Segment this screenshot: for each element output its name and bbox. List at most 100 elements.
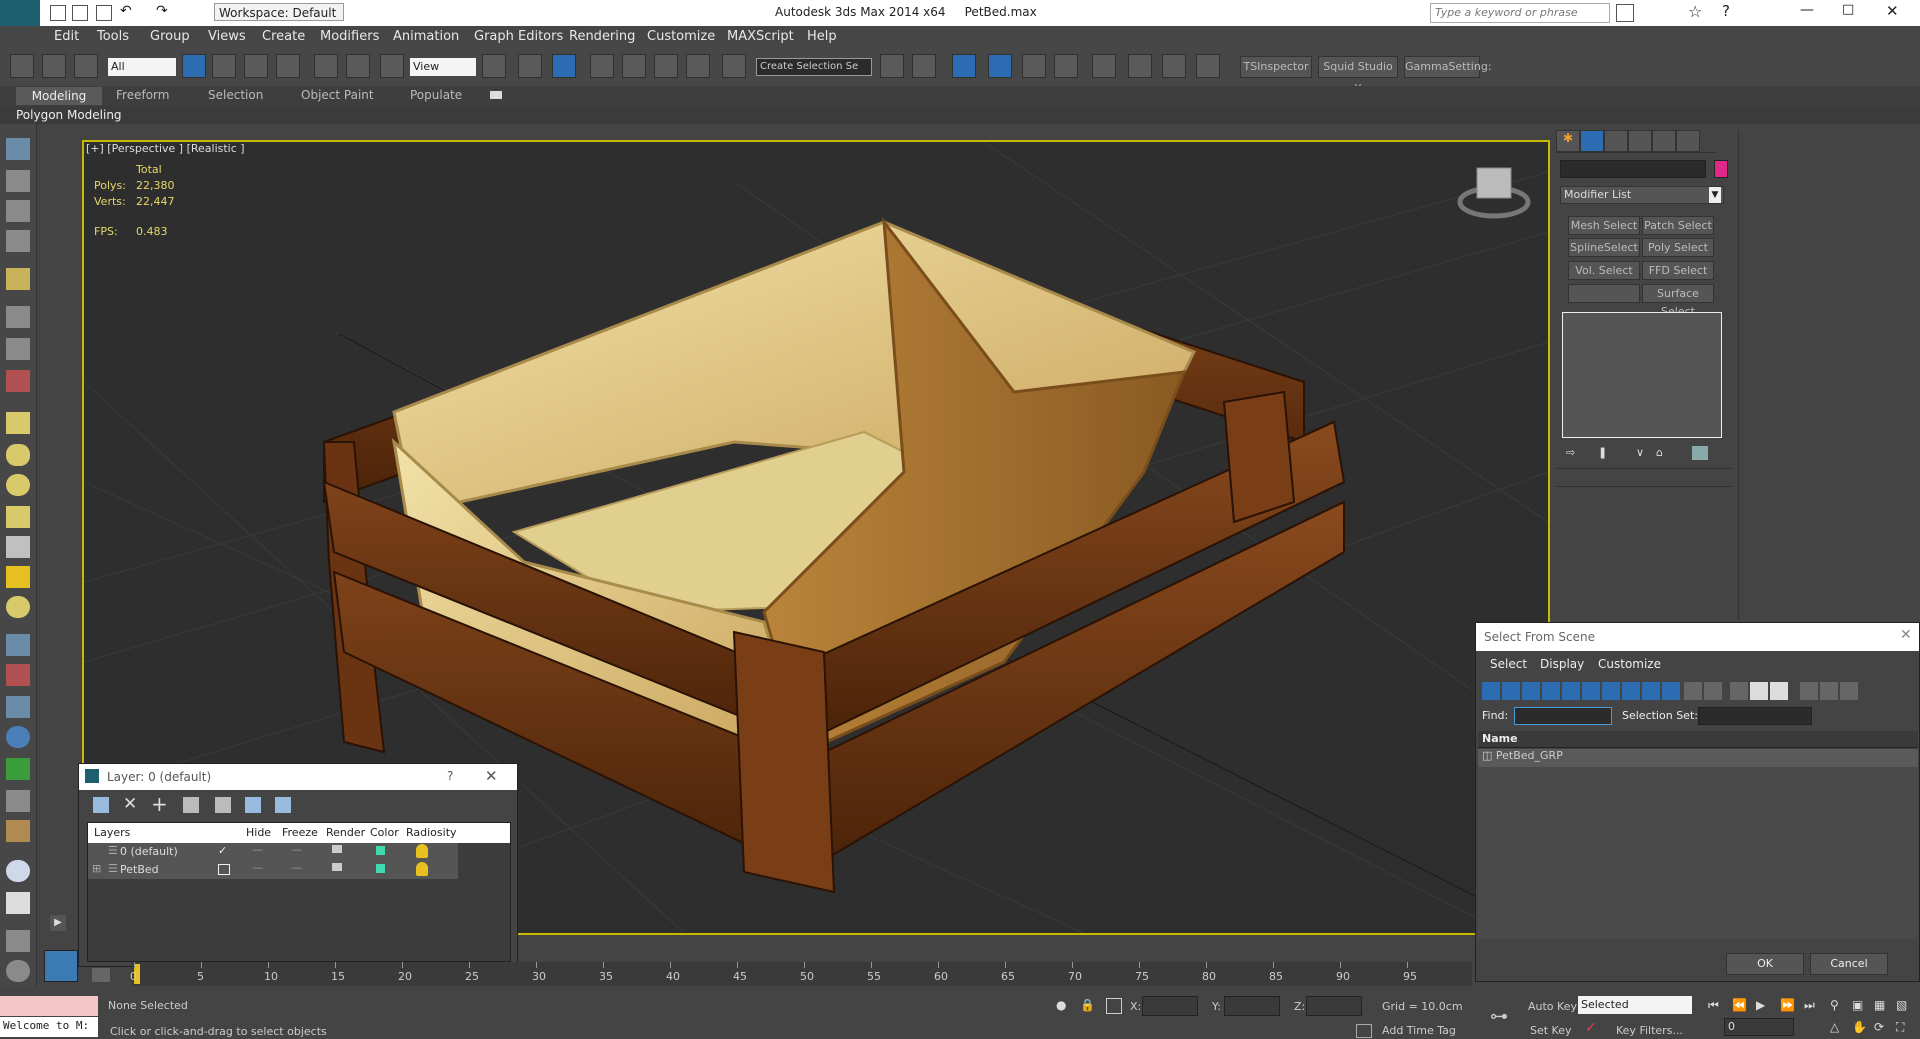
- light-icon[interactable]: [6, 268, 30, 290]
- bones-filter-icon[interactable]: [1642, 682, 1660, 700]
- zoom-extents-all-icon[interactable]: ▧: [1896, 998, 1907, 1012]
- col-color[interactable]: Color: [370, 826, 399, 839]
- particle-icon[interactable]: [6, 634, 30, 656]
- link-icon[interactable]: [10, 54, 34, 78]
- selection-filter-dropdown[interactable]: All: [108, 58, 176, 76]
- col-render[interactable]: Render: [326, 826, 365, 839]
- grid-icon[interactable]: [6, 230, 30, 252]
- display-children-icon[interactable]: [1730, 682, 1748, 700]
- menu-animation[interactable]: Animation: [393, 29, 459, 44]
- col-layers[interactable]: Layers: [94, 826, 130, 839]
- freeze-toggle[interactable]: —: [291, 843, 302, 856]
- table-row[interactable]: ☰ 0 (default) ✓ — —: [88, 843, 458, 861]
- pivot-center-icon[interactable]: [482, 54, 506, 78]
- ffd-select-button[interactable]: FFD Select: [1642, 261, 1714, 280]
- lock-icon[interactable]: 🔒: [1080, 998, 1095, 1012]
- key-mode-dropdown[interactable]: Selected: [1578, 996, 1692, 1014]
- rotate-icon[interactable]: [346, 54, 370, 78]
- go-to-end-icon[interactable]: ⏭: [1804, 998, 1815, 1013]
- reference-coordinate-dropdown[interactable]: View: [410, 58, 476, 76]
- view-cube[interactable]: [1457, 167, 1531, 219]
- shapes-filter-icon[interactable]: [1502, 682, 1520, 700]
- menu-edit[interactable]: Edit: [54, 29, 79, 44]
- undo-icon[interactable]: ↶: [120, 3, 132, 19]
- redo-icon[interactable]: ↷: [156, 3, 168, 19]
- layer-color-swatch[interactable]: [376, 864, 385, 873]
- viewport-label[interactable]: [+] [Perspective ] [Realistic ]: [86, 142, 245, 155]
- mirror-icon[interactable]: [880, 54, 904, 78]
- hierarchy-view-icon[interactable]: [1820, 682, 1838, 700]
- menu-help[interactable]: Help: [807, 29, 837, 44]
- geometry-filter-icon[interactable]: [1482, 682, 1500, 700]
- helpers-filter-icon[interactable]: [1562, 682, 1580, 700]
- cancel-button[interactable]: Cancel: [1810, 953, 1888, 975]
- display-tab-icon[interactable]: [1652, 130, 1676, 152]
- ok-button[interactable]: OK: [1726, 953, 1804, 975]
- col-freeze[interactable]: Freeze: [282, 826, 318, 839]
- sphere-icon[interactable]: [6, 444, 30, 466]
- menu-create[interactable]: Create: [262, 29, 305, 44]
- viewport-expand-arrow[interactable]: ▶: [50, 915, 66, 931]
- surface-select-button[interactable]: Surface Select: [1642, 284, 1714, 318]
- select-menu-select[interactable]: Select: [1490, 657, 1527, 671]
- freeze-all-layers-icon[interactable]: [275, 797, 291, 813]
- menu-tools[interactable]: Tools: [97, 29, 129, 44]
- squid-studio-button[interactable]: Squid Studio v: [1318, 56, 1398, 93]
- radiosity-lightbulb-icon[interactable]: [416, 844, 428, 858]
- delete-layer-icon[interactable]: ✕: [123, 794, 137, 814]
- mesh-select-button[interactable]: Mesh Select: [1568, 216, 1640, 235]
- x-coordinate-field[interactable]: [1142, 996, 1198, 1016]
- select-all-icon[interactable]: [1750, 682, 1768, 700]
- menu-group[interactable]: Group: [150, 29, 190, 44]
- layer-color-swatch[interactable]: [376, 846, 385, 855]
- close-icon[interactable]: ✕: [1886, 2, 1899, 20]
- material-editor-icon[interactable]: [1092, 54, 1116, 78]
- curve-editor-icon[interactable]: [1022, 54, 1046, 78]
- z-coordinate-field[interactable]: [1306, 996, 1362, 1016]
- move-icon[interactable]: [314, 54, 338, 78]
- unlink-icon[interactable]: [42, 54, 66, 78]
- gear-icon[interactable]: [6, 726, 30, 748]
- groups-filter-icon[interactable]: [1602, 682, 1620, 700]
- object-color-swatch[interactable]: [1714, 160, 1728, 178]
- hair-icon[interactable]: [6, 790, 30, 812]
- key-filters-button[interactable]: Key Filters...: [1616, 1024, 1683, 1037]
- pan-view-icon[interactable]: ✋: [1852, 1020, 1867, 1034]
- help-icon[interactable]: ?: [1722, 2, 1730, 20]
- set-key-icon[interactable]: ✓: [1585, 1020, 1597, 1036]
- containers-filter-icon[interactable]: [1662, 682, 1680, 700]
- align-icon[interactable]: [912, 54, 936, 78]
- find-input[interactable]: [1514, 707, 1612, 725]
- scene-object-list[interactable]: ◫ PetBed_GRP: [1478, 749, 1918, 939]
- expand-icon[interactable]: ⊞: [92, 862, 101, 875]
- make-unique-icon[interactable]: ∨: [1636, 446, 1652, 460]
- configure-modifier-sets-icon[interactable]: [1692, 446, 1708, 460]
- scene-explorer-icon[interactable]: [952, 54, 976, 78]
- collapse-icon[interactable]: [1840, 682, 1858, 700]
- col-hide[interactable]: Hide: [246, 826, 271, 839]
- hidden-filter-icon[interactable]: [1704, 682, 1722, 700]
- foliage-icon[interactable]: [6, 758, 30, 780]
- poly-select-button[interactable]: Poly Select: [1642, 238, 1714, 257]
- tab-freeform[interactable]: Freeform: [116, 88, 169, 102]
- table-row[interactable]: ⊞ ☰ PetBed — —: [88, 861, 458, 879]
- frozen-filter-icon[interactable]: [1684, 682, 1702, 700]
- field-of-view-icon[interactable]: △: [1830, 1020, 1839, 1034]
- omni-icon[interactable]: [6, 596, 30, 618]
- layer-dialog-close-icon[interactable]: ✕: [485, 767, 498, 785]
- object-name-field[interactable]: [1560, 160, 1706, 178]
- list-icon[interactable]: [6, 200, 30, 222]
- zoom-icon[interactable]: ⚲: [1830, 998, 1839, 1012]
- patch-select-button[interactable]: Patch Select: [1642, 216, 1714, 235]
- set-key-button[interactable]: Set Key: [1530, 1024, 1572, 1037]
- camera-icon[interactable]: [6, 306, 30, 328]
- remove-modifier-icon[interactable]: ⌂: [1656, 446, 1672, 460]
- cone-icon[interactable]: [6, 536, 30, 558]
- create-layer-icon[interactable]: [93, 797, 109, 813]
- y-coordinate-field[interactable]: [1224, 996, 1280, 1016]
- menu-rendering[interactable]: Rendering: [569, 29, 635, 44]
- render-teapot-icon[interactable]: [332, 845, 342, 853]
- list-item[interactable]: ◫ PetBed_GRP: [1478, 749, 1918, 767]
- maximize-viewport-icon[interactable]: ⛶: [1896, 1020, 1904, 1035]
- render-production-icon[interactable]: [1196, 54, 1220, 78]
